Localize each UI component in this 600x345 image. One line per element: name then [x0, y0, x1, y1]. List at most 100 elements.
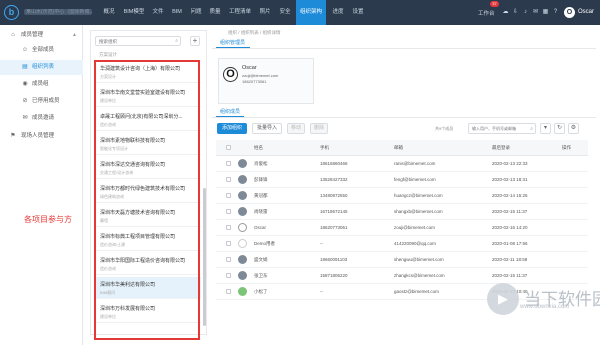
org-item[interactable]: 深圳市深达交通咨询有限公司 交通工程/设计咨询	[96, 157, 201, 179]
admin-avatar: O	[223, 67, 238, 82]
tab-org-admin[interactable]: 组织管理员	[220, 39, 245, 46]
admin-phone: 18620773061	[242, 79, 267, 84]
col-last-login: 最后登录	[492, 145, 510, 150]
avatar	[238, 255, 247, 264]
nav-overview[interactable]: 概况	[100, 0, 118, 25]
users-icon: ☺	[21, 47, 29, 53]
org-item[interactable]: 深圳市万科发展有限公司 建设单位	[96, 301, 201, 323]
org-icon: ▤	[22, 64, 28, 70]
nav-issues[interactable]: 问题	[188, 0, 204, 25]
workspace-link[interactable]: 工作台	[478, 9, 495, 17]
member-search-input[interactable]	[469, 124, 529, 133]
cloud-icon[interactable]: ☁	[502, 9, 509, 16]
row-checkbox[interactable]	[226, 193, 231, 198]
avatar	[238, 159, 247, 168]
search-icon[interactable]: ⌕	[175, 38, 178, 44]
user-name[interactable]: Oscar	[578, 9, 594, 15]
download-icon[interactable]: ⇩	[512, 9, 519, 16]
row-checkbox[interactable]	[226, 273, 231, 278]
delete-button[interactable]: 删除	[310, 123, 328, 134]
chat-icon[interactable]: ✉	[532, 9, 539, 16]
org-role: 方案设计	[99, 52, 117, 57]
row-checkbox[interactable]	[226, 209, 231, 214]
nav-bim[interactable]: BIM	[170, 0, 184, 25]
org-search-box[interactable]: ⌕	[95, 36, 181, 46]
add-org-member-button[interactable]: 添加组织	[217, 123, 247, 134]
batch-import-button[interactable]: 批量导入	[252, 123, 282, 134]
help-icon[interactable]: ?	[552, 9, 559, 16]
invite-icon: ✉	[22, 115, 28, 121]
user-avatar[interactable]: O	[564, 7, 575, 18]
row-checkbox[interactable]	[226, 161, 231, 166]
table-row[interactable]: 张卫东 15871806220 zhangkcs@bimemet.com 2020-0…	[216, 268, 588, 284]
notification-badge: 37	[490, 1, 499, 7]
sidebar-item-member-groups[interactable]: ◉ 成员组	[0, 77, 83, 92]
row-checkbox[interactable]	[226, 225, 231, 230]
sidebar-item-all-members[interactable]: ☺ 全部成员	[0, 43, 83, 58]
org-item[interactable]: 深圳市天磊方塘技术咨询有限公司 幕墙	[96, 205, 201, 227]
org-item[interactable]: 深圳市素地物联科技有限公司 智能化专项设计	[96, 133, 201, 155]
table-row[interactable]: 肖俊松 18616860466 ranis@bimemet.com 2020-02-1…	[216, 156, 588, 172]
row-checkbox[interactable]	[226, 289, 231, 294]
nav-photos[interactable]: 照片	[257, 0, 273, 25]
row-checkbox[interactable]	[226, 177, 231, 182]
project-selector[interactable]: 某山水(示范)中心（国际新城...	[24, 9, 92, 15]
org-search-input[interactable]	[96, 37, 171, 45]
org-list-scrollbar[interactable]	[203, 188, 206, 326]
sidebar-item-invites[interactable]: ✉ 成员邀请	[0, 111, 83, 126]
col-phone: 手机	[320, 145, 329, 150]
avatar	[238, 223, 247, 232]
nav-organization[interactable]: 组织架构	[296, 0, 326, 25]
table-row[interactable]: 盛文娟 18660091103 shengwu@bimemet.com 2020-02…	[216, 252, 588, 268]
app-logo-icon[interactable]: b	[4, 5, 19, 20]
table-row[interactable]: 尚晓雷 16718672145 shangxb@bimemet.com 2020-02…	[216, 204, 588, 220]
table-row[interactable]: Oscar 18620773061 zouji@bimemet.com 2020-02…	[216, 220, 588, 236]
org-item-selected[interactable]: 深圳市华美利达有限公司 BIM顾问	[96, 277, 201, 299]
nav-settings[interactable]: 设置	[350, 0, 366, 25]
sidebar-item-org-list[interactable]: ▤ 组织列表	[0, 60, 83, 75]
top-navbar: b 某山水(示范)中心（国际新城... 概况 BIM模型 文件 BIM 问题 质…	[0, 0, 600, 25]
filter-icon[interactable]: ▾	[540, 123, 551, 134]
org-item[interactable]: 华润建筑设计咨询（上海）有限公司 方案设计	[96, 61, 201, 83]
nav-safety[interactable]: 安全	[277, 0, 293, 25]
home-icon: ⌂	[11, 32, 15, 38]
org-item[interactable]: 深圳市标典工程项目管理有限公司 造价咨询/土建	[96, 229, 201, 251]
nav-bill[interactable]: 工程清单	[227, 0, 253, 25]
nav-progress[interactable]: 进度	[330, 0, 346, 25]
bell-icon[interactable]: ♪	[522, 9, 529, 16]
org-item[interactable]: 深圳市华阳国际工程造价咨询有限公司 造价咨询	[96, 253, 201, 275]
divider	[212, 117, 596, 118]
sidebar-site-staff[interactable]: ⚑ 现场人员管理	[0, 129, 83, 144]
watermark-url: www.downxia.com	[520, 304, 570, 310]
tab-org-members[interactable]: 组织成员	[220, 108, 240, 115]
table-row[interactable]: Demo用者 -- 414220090@qq.com 2020-01-08 17:56	[216, 236, 588, 252]
admin-email: zouji@bimemet.com	[242, 73, 279, 78]
table-row[interactable]: 彭锋锋 13528427332 fengf@bimemet.com 2020-02-1…	[216, 172, 588, 188]
org-item[interactable]: 深圳市华南文堂营实验室建设有限公司 建设单位	[96, 85, 201, 107]
move-button[interactable]: 移动	[287, 123, 305, 134]
row-checkbox[interactable]	[226, 241, 231, 246]
nav-quality[interactable]: 质量	[207, 0, 223, 25]
table-header: 姓名 手机 邮箱 最后登录 操作	[216, 140, 588, 156]
apps-icon[interactable]: ▦	[542, 9, 549, 16]
project-name: 某山水(示范)中心（国际新城...	[26, 9, 92, 15]
settings-icon[interactable]: ⚙	[568, 123, 579, 134]
table-row[interactable]: 黄冠都 13480872550 huangcz@bimemet.com 2020-02…	[216, 188, 588, 204]
member-search-box[interactable]: ⌕	[468, 123, 536, 134]
annotation-label: 各项目参与方	[24, 215, 72, 224]
org-item[interactable]: 深圳市万都时代绿色建筑技术有限公司 绿色建筑咨询	[96, 181, 201, 203]
org-item[interactable]: 卓晟工程顾问(北京)有限公司深圳分... 造价咨询	[96, 109, 201, 131]
add-org-button[interactable]: +	[190, 36, 200, 46]
sidebar-item-disabled-members[interactable]: ⊘ 已停用成员	[0, 94, 83, 109]
refresh-icon[interactable]: ↻	[554, 123, 565, 134]
user-disabled-icon: ⊘	[22, 98, 28, 104]
search-icon[interactable]: ⌕	[530, 126, 533, 132]
sidebar-member-management[interactable]: ⌂ 成员管理 ▲	[0, 28, 83, 43]
row-checkbox[interactable]	[226, 257, 231, 262]
avatar	[238, 287, 247, 296]
select-all-checkbox[interactable]	[226, 145, 231, 150]
group-icon: ◉	[22, 81, 28, 87]
left-sidebar: ⌂ 成员管理 ▲ ☺ 全部成员 ▤ 组织列表 ◉ 成员组 ⊘ 已停用成员 ✉ 成…	[0, 25, 83, 345]
nav-bim-model[interactable]: BIM模型	[122, 0, 146, 25]
nav-files[interactable]: 文件	[150, 0, 166, 25]
